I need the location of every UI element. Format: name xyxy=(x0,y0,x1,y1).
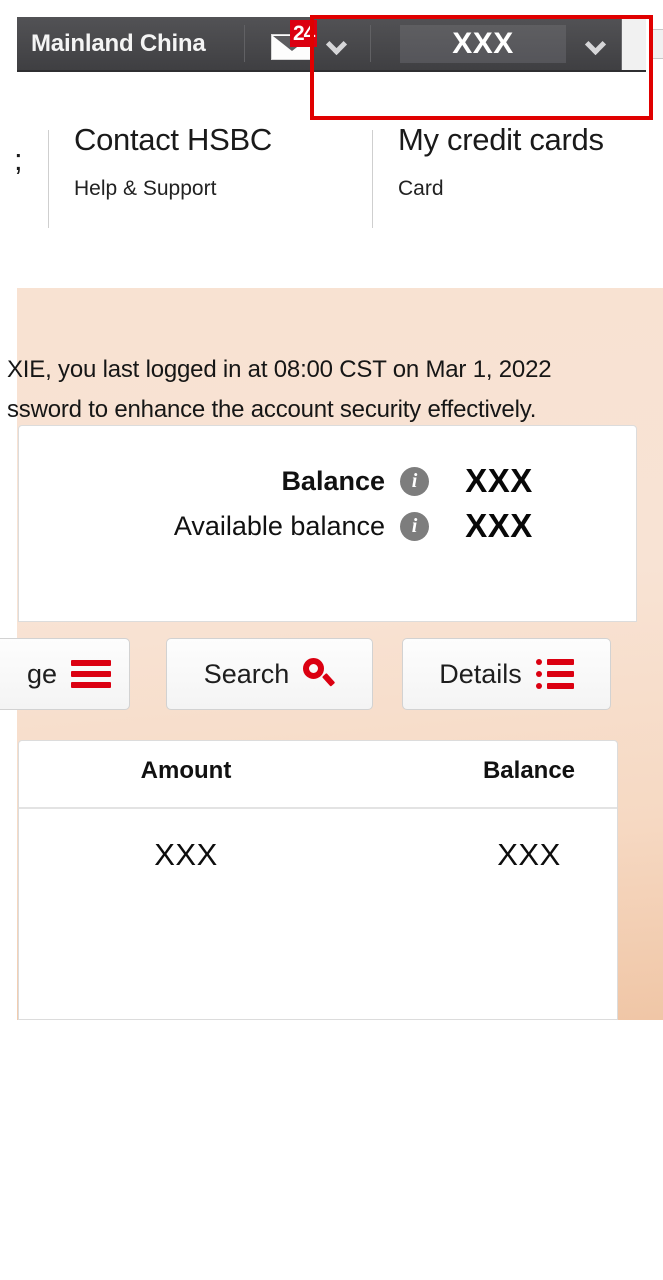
top-utility-bar: Mainland China 24 XXX xyxy=(17,17,663,72)
balance-label: Balance xyxy=(281,466,385,496)
account-selector[interactable]: XXX xyxy=(371,17,621,70)
manage-button[interactable]: ge xyxy=(0,638,130,710)
topbar-edge-stub xyxy=(650,29,663,59)
available-balance-row: Available balance i XXX xyxy=(19,504,636,548)
chevron-down-icon[interactable] xyxy=(586,35,604,53)
cell-balance: XXX xyxy=(497,837,561,872)
available-balance-value: XXX xyxy=(465,507,533,544)
region-selector[interactable]: Mainland China xyxy=(17,17,245,70)
nav-item-subtitle: Help & Support xyxy=(74,176,217,200)
manage-button-label: ge xyxy=(26,658,57,689)
nav-item-contact-hsbc[interactable]: Contact HSBC Help & Support xyxy=(48,122,372,236)
mail-unread-badge: 24 xyxy=(290,19,318,47)
last-login-message: XIE, you last logged in at 08:00 CST on … xyxy=(7,350,663,430)
nav-item-title: My credit cards xyxy=(398,122,604,157)
details-button[interactable]: Details xyxy=(402,638,611,710)
available-balance-label: Available balance xyxy=(173,511,385,541)
topbar-tail xyxy=(621,17,646,70)
info-icon[interactable]: i xyxy=(400,512,429,541)
account-value-box[interactable]: XXX xyxy=(400,24,566,63)
envelope-icon[interactable]: 24 xyxy=(271,19,318,60)
page-bottom-whitespace xyxy=(0,1020,663,1280)
nav-item-title: Contact HSBC xyxy=(74,122,272,157)
chevron-down-icon[interactable] xyxy=(327,35,345,53)
nav-item-my-credit-cards[interactable]: My credit cards Card xyxy=(372,122,663,236)
balance-value: XXX xyxy=(465,462,533,499)
last-login-line-2: ssword to enhance the account security e… xyxy=(7,396,537,423)
nav-divider xyxy=(48,130,49,228)
account-value: XXX xyxy=(452,26,514,60)
search-button[interactable]: Search xyxy=(166,638,373,710)
topbar-right-edge xyxy=(646,17,663,72)
mail-menu[interactable]: 24 xyxy=(245,17,371,70)
transactions-table-card: Amount Balance XXX XXX xyxy=(18,740,618,1020)
info-icon[interactable]: i xyxy=(400,467,429,496)
page-root: Mainland China 24 XXX ; Contact HSBC Hel… xyxy=(0,0,663,1280)
column-header-balance[interactable]: Balance xyxy=(443,757,615,785)
last-login-line-1: XIE, you last logged in at 08:00 CST on … xyxy=(7,356,552,383)
balance-summary-card: Balance i XXX Available balance i XXX xyxy=(18,425,637,622)
search-magnifier-icon xyxy=(303,658,336,690)
hamburger-menu-icon xyxy=(71,660,111,688)
nav-item-subtitle: Card xyxy=(398,176,444,200)
main-navigation: ; Contact HSBC Help & Support My credit … xyxy=(0,122,663,236)
list-details-icon xyxy=(535,659,574,689)
column-header-amount[interactable]: Amount xyxy=(95,757,277,785)
cell-amount: XXX xyxy=(154,837,218,872)
nav-item-clipped[interactable]: ; xyxy=(14,142,23,178)
table-header-row: Amount Balance xyxy=(19,741,617,809)
search-button-label: Search xyxy=(203,658,290,689)
balance-row: Balance i XXX xyxy=(19,459,636,503)
region-label: Mainland China xyxy=(31,29,206,57)
action-button-row: ge Search Details xyxy=(0,638,663,710)
details-button-label: Details xyxy=(439,658,522,689)
nav-divider xyxy=(372,130,373,228)
